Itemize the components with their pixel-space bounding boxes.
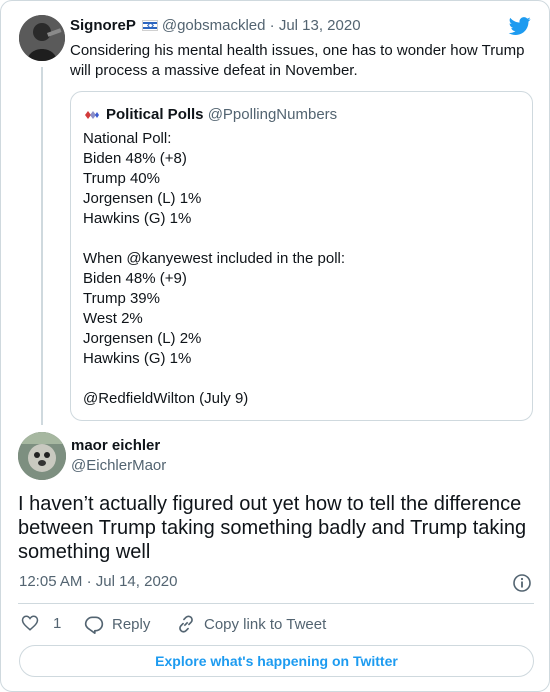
quoted-line: Trump 39% (83, 290, 160, 307)
copy-link-button[interactable]: Copy link to Tweet (176, 614, 326, 634)
tweet2-timestamp[interactable]: 12:05 AM · Jul 14, 2020 (19, 573, 177, 590)
like-button[interactable]: 1 (21, 614, 61, 632)
tweet1-author-name[interactable]: SignoreP (70, 17, 136, 34)
quoted-line: Biden 48% (+9) (83, 270, 187, 287)
thread-connector-line (41, 67, 43, 425)
quoted-line: Jorgensen (L) 1% (83, 190, 202, 207)
tweet1-text: Considering his mental health issues, on… (70, 42, 525, 79)
tweet2-date: Jul 14, 2020 (95, 573, 178, 590)
quoted-line: Trump 40% (83, 170, 160, 187)
heart-icon (21, 615, 39, 631)
quoted-tweet-text: National Poll: Biden 48% (+8) Trump 40% … (83, 129, 345, 409)
tweet1-date[interactable]: Jul 13, 2020 (279, 17, 361, 34)
tweet1-author-handle[interactable]: @gobsmackled (162, 17, 266, 34)
quoted-line (83, 369, 345, 389)
tweet1-header: SignoreP @gobsmackled · Jul 13, 2020 (70, 17, 361, 34)
embedded-tweet-card: SignoreP @gobsmackled · Jul 13, 2020 Cons… (0, 0, 550, 692)
like-count: 1 (53, 614, 62, 632)
tweet2-text: I haven’t actually figured out yet how t… (18, 493, 527, 563)
info-icon[interactable] (512, 573, 532, 593)
quoted-author-name[interactable]: Political Polls (106, 106, 204, 123)
quoted-line: Jorgensen (L) 2% (83, 330, 202, 347)
quoted-line-mention: @RedfieldWilton (July 9) (83, 390, 249, 407)
quoted-line: Hawkins (G) 1% (83, 350, 192, 367)
tweet2-header: maor eichler @EichlerMaor (71, 436, 166, 476)
quoted-line: National Poll: (83, 130, 172, 147)
tweet1-date-separator: · (269, 17, 275, 34)
quoted-line: When @kanyewest included in the poll: (83, 250, 346, 267)
tweet2-author-handle[interactable]: @EichlerMaor (71, 456, 166, 476)
reply-button[interactable]: Reply (84, 614, 150, 634)
quoted-tweet-header: Political Polls @PpollingNumbers (84, 106, 337, 125)
explore-twitter-button[interactable]: Explore what's happening on Twitter (19, 645, 534, 677)
avatar-signorep[interactable] (19, 15, 65, 61)
quoted-line (83, 229, 345, 249)
quoted-author-handle[interactable]: @PpollingNumbers (208, 106, 337, 123)
divider (18, 603, 534, 604)
political-polls-logo-icon (84, 108, 100, 125)
avatar-maor-eichler[interactable] (18, 432, 66, 480)
reply-label: Reply (112, 615, 151, 633)
reply-icon (84, 616, 104, 634)
quoted-line: Biden 48% (+8) (83, 150, 187, 167)
tweet2-author-name[interactable]: maor eichler (71, 437, 160, 454)
quoted-tweet[interactable]: Political Polls @PpollingNumbers Nationa… (70, 91, 533, 421)
quoted-line: West 2% (83, 310, 143, 327)
tweet2-date-separator: · (86, 573, 92, 590)
link-icon (179, 615, 193, 633)
tweet2-time: 12:05 AM (19, 573, 83, 590)
twitter-bird-icon[interactable] (508, 15, 532, 37)
copy-link-label: Copy link to Tweet (204, 615, 327, 633)
israel-flag-icon (141, 20, 158, 31)
quoted-line: Hawkins (G) 1% (83, 210, 192, 227)
